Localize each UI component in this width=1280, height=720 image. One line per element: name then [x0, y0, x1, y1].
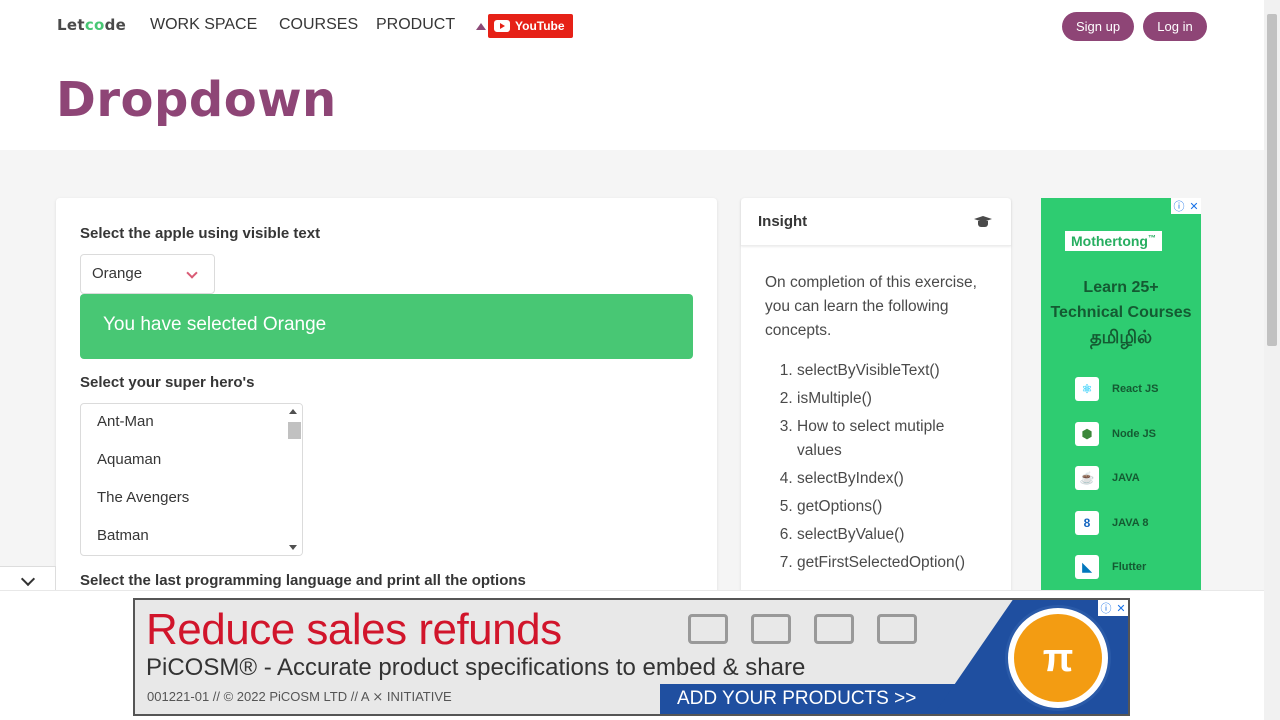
ad-info-icon[interactable]: ⓘ: [1100, 600, 1111, 616]
fruit-dropdown[interactable]: Orange: [80, 254, 215, 294]
scroll-thumb[interactable]: [288, 422, 301, 439]
concept-list: selectByVisibleText() isMultiple() How t…: [765, 359, 987, 575]
selection-notification: You have selected Orange: [80, 294, 693, 359]
insight-card: Insight On completion of this exercise, …: [741, 198, 1011, 618]
hero-select-label: Select your super hero's: [80, 374, 255, 391]
nav-product[interactable]: PRODUCT: [376, 16, 455, 34]
list-item[interactable]: Aquaman: [81, 442, 302, 480]
list-item: getOptions(): [797, 495, 987, 519]
chevron-down-icon: [186, 267, 198, 279]
tv-icon: [877, 614, 917, 644]
insight-intro: On completion of this exercise, you can …: [765, 274, 977, 339]
java8-icon: 8: [1075, 511, 1099, 535]
list-item: selectByIndex(): [797, 467, 987, 491]
letcode-logo[interactable]: Letcode: [57, 16, 126, 34]
page-scrollbar[interactable]: [1264, 0, 1280, 720]
nodejs-icon: ⬢: [1075, 422, 1099, 446]
login-button[interactable]: Log in: [1143, 12, 1207, 41]
logo-text-o: c: [84, 16, 95, 34]
insight-body: On completion of this exercise, you can …: [741, 246, 1011, 604]
ad-tamil-text: தமிழில்: [1089, 327, 1153, 348]
ad-course-item: ⚛ React JS: [1075, 377, 1158, 401]
list-item: getFirstSelectedOption(): [797, 551, 987, 575]
page-scroll-thumb[interactable]: [1267, 14, 1277, 346]
ad-info-icon[interactable]: ⓘ: [1173, 198, 1184, 214]
youtube-button[interactable]: YouTube: [488, 14, 573, 38]
scroll-up-icon[interactable]: [289, 409, 297, 414]
fruit-selected-value: Orange: [92, 265, 143, 282]
listbox-scrollbar[interactable]: [285, 404, 302, 555]
banner-headline: Reduce sales refunds: [146, 605, 562, 654]
nav-courses[interactable]: COURSES: [279, 16, 358, 34]
insight-header: Insight: [741, 198, 1011, 246]
ad-brand-logo: Mothertong™: [1065, 231, 1162, 251]
insight-title: Insight: [758, 213, 808, 230]
ad-controls[interactable]: ⓘ ✕: [1171, 198, 1201, 214]
graduation-cap-icon: [974, 216, 992, 228]
youtube-label: YouTube: [515, 19, 565, 33]
exercise-card: Select the apple using visible text Oran…: [56, 198, 717, 618]
language-select-label: Select the last programming language and…: [80, 572, 526, 589]
logo-text-prefix: Let: [57, 16, 85, 34]
top-header: Letcode WORK SPACE COURSES PRODUCT YouTu…: [0, 0, 1264, 150]
logo-text-suffix: de: [104, 16, 127, 34]
flutter-icon: ◣: [1075, 555, 1099, 579]
java-icon: ☕: [1075, 466, 1099, 490]
page-title: Dropdown: [56, 72, 337, 128]
apple-select-label: Select the apple using visible text: [80, 225, 321, 242]
list-item: How to select mutiple values: [797, 415, 987, 463]
ad-course-item: 8 JAVA 8: [1075, 511, 1148, 535]
banner-advertisement[interactable]: ⓘ ✕ Reduce sales refunds PiCOSM® - Accur…: [133, 598, 1130, 716]
nav-workspace[interactable]: WORK SPACE: [150, 16, 257, 34]
list-item: selectByValue(): [797, 523, 987, 547]
banner-ad-controls[interactable]: ⓘ ✕: [1098, 600, 1128, 616]
signup-button[interactable]: Sign up: [1062, 12, 1134, 41]
list-item[interactable]: Batman: [81, 518, 302, 555]
side-advertisement[interactable]: ⓘ ✕ Mothertong™ Learn 25+ Technical Cour…: [1041, 198, 1201, 592]
banner-subtitle: PiCOSM® - Accurate product specification…: [146, 654, 806, 681]
youtube-link[interactable]: YouTube: [476, 14, 573, 38]
ad-close-icon[interactable]: ✕: [1189, 200, 1198, 213]
youtube-play-icon: [494, 20, 510, 32]
picosm-logo-icon: π: [1008, 608, 1108, 708]
banner-device-icons: [688, 614, 917, 644]
monitor-icon: [751, 614, 791, 644]
camera-icon: [688, 614, 728, 644]
ad-course-item: ⬢ Node JS: [1075, 422, 1156, 446]
list-item: isMultiple(): [797, 387, 987, 411]
banner-fineprint: 001221-01 // © 2022 PiCOSM LTD // A ⨯ IN…: [147, 689, 452, 704]
ad-close-icon[interactable]: ✕: [1116, 602, 1125, 615]
ad-headline: Learn 25+ Technical Courses: [1050, 279, 1192, 321]
superhero-multiselect[interactable]: Ant-Man Aquaman The Avengers Batman: [80, 403, 303, 556]
ad-course-item: ◣ Flutter: [1075, 555, 1146, 579]
printer-icon: [814, 614, 854, 644]
list-item[interactable]: The Avengers: [81, 480, 302, 518]
ad-course-item: ☕ JAVA: [1075, 466, 1140, 490]
react-icon: ⚛: [1075, 377, 1099, 401]
caret-icon: [476, 22, 486, 30]
list-item: selectByVisibleText(): [797, 359, 987, 383]
scroll-down-icon[interactable]: [289, 545, 297, 550]
logo-text-o-ring: o: [94, 16, 105, 34]
list-item[interactable]: Ant-Man: [81, 404, 302, 442]
